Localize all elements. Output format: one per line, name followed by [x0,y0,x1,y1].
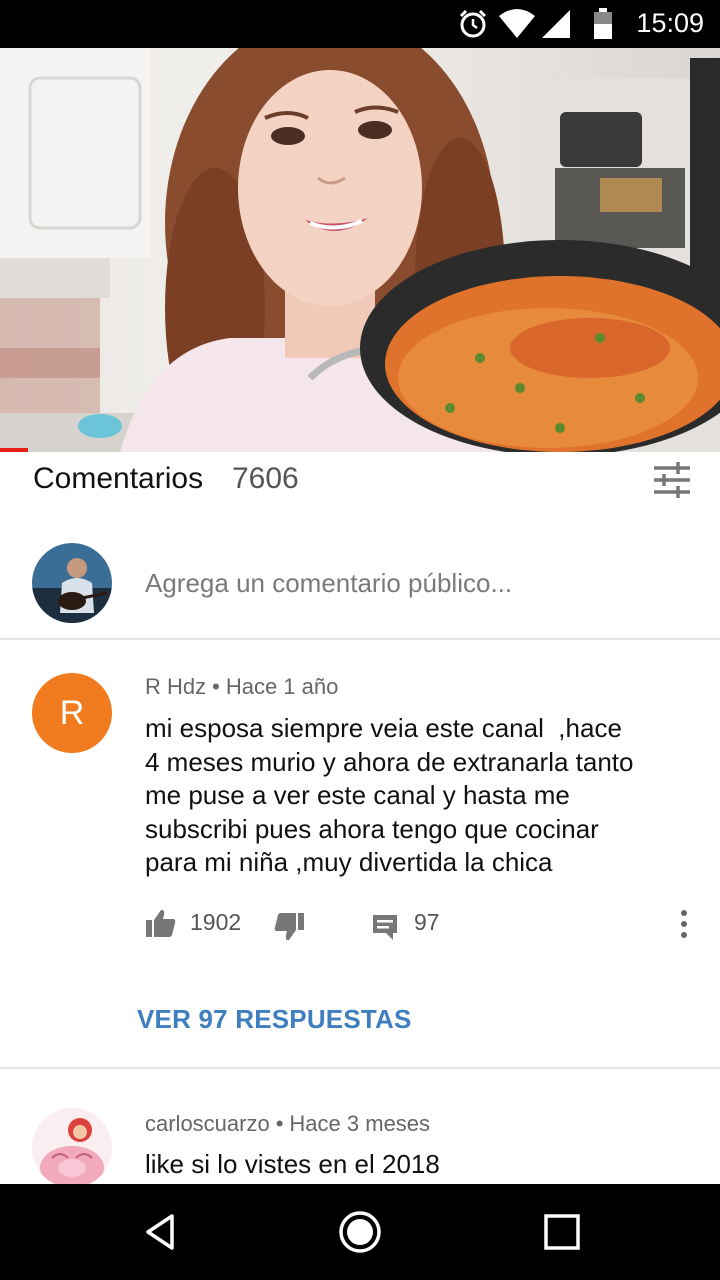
comment-text: mi esposa siempre veia este canal ,hace … [145,712,685,880]
comment-author[interactable]: R Hdz [145,674,206,699]
comment-line: para mi niña ,muy divertida la chica [145,847,553,877]
comment-time: Hace 3 meses [289,1111,431,1136]
back-icon[interactable] [140,1212,180,1252]
comments-title: Comentarios [33,462,204,495]
comments-count: 7606 [232,462,299,495]
video-thumbnail [0,48,720,452]
comment-line: 4 meses murio y ahora de extranarla tant… [145,746,634,777]
add-comment-input[interactable]: Agrega un comentario público... [145,568,512,599]
divider [0,1067,720,1069]
more-vert-icon[interactable] [676,908,692,940]
like-count: 1902 [190,909,242,935]
comment-author[interactable]: carloscuarzo [145,1111,270,1136]
reply-icon[interactable] [371,910,399,944]
comment-text: like si lo vistes en el 2018 [145,1149,440,1179]
video-progress-bar[interactable] [0,448,28,452]
view-replies-button[interactable]: VER 97 RESPUESTAS [137,1004,412,1035]
meta-separator: • [212,674,220,699]
thumbs-up-icon[interactable] [145,906,177,940]
comment-line: subscribi pues ahora tengo que cocinar [145,813,599,844]
divider [0,638,720,640]
thumbs-down-icon[interactable] [273,910,305,944]
video-player[interactable] [0,48,720,452]
home-icon[interactable] [338,1210,382,1254]
recents-icon[interactable] [542,1212,582,1252]
navigation-bar [0,1184,720,1280]
signal-icon [542,10,570,38]
comment-meta: R Hdz • Hace 1 año [145,674,338,700]
status-bar: 15:09 [0,0,720,48]
filter-sliders-icon[interactable] [652,462,692,498]
meta-separator: • [275,1111,284,1136]
reply-count: 97 [414,909,440,935]
avatar[interactable]: R [32,673,112,753]
alarm-icon [459,9,487,38]
battery-icon [594,8,612,39]
comment-line: me puse a ver este canal y hasta me [145,780,570,810]
comment-meta: carloscuarzo • Hace 3 meses [145,1111,430,1137]
avatar[interactable] [32,543,112,623]
clock-time: 15:09 [636,8,704,38]
wifi-icon [499,9,535,38]
comment-line: mi esposa siempre veia este canal ,hace [145,713,622,743]
comment-time: Hace 1 año [225,674,339,699]
avatar[interactable] [32,1108,112,1188]
